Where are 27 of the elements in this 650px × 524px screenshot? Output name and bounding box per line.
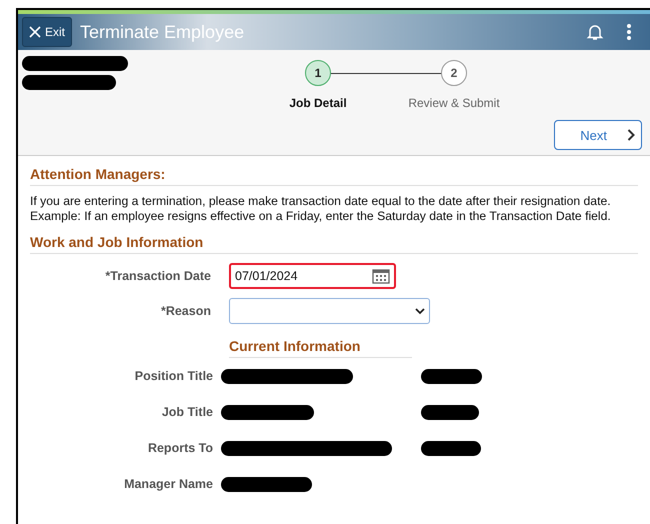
field-label: *Reason — [160, 304, 212, 318]
section-heading: Attention Managers: — [30, 166, 638, 186]
section-heading: Work and Job Information — [30, 234, 638, 254]
step-label[interactable]: Job Detail — [289, 96, 347, 110]
next-button[interactable]: Next — [554, 120, 642, 150]
step-circle[interactable]: 2 — [441, 60, 467, 86]
exit-button[interactable]: Exit — [22, 17, 72, 47]
date-field[interactable]: 07/01/2024 — [229, 263, 396, 289]
bell-icon[interactable] — [586, 23, 604, 41]
field-label: Reports To — [146, 441, 214, 455]
step-label[interactable]: Review & Submit — [408, 96, 500, 110]
field-label: Position Title — [134, 369, 214, 383]
field-label: Manager Name — [123, 477, 214, 491]
redaction-bar — [421, 404, 479, 420]
instruction-text: If you are entering a termination, please make transaction date equal to the date after their resignation date. Example: If an employee resigns effective on a Friday, enter the Saturday date in the Transaction Date field. — [30, 194, 612, 224]
close-icon — [29, 26, 41, 38]
redaction-bar — [421, 368, 482, 384]
calendar-icon[interactable] — [372, 268, 390, 284]
redaction-bar — [421, 440, 481, 456]
field-label: *Transaction Date — [104, 269, 212, 283]
chevron-down-icon — [415, 308, 425, 314]
page-title: Terminate Employee — [80, 22, 246, 42]
chevron-right-icon — [627, 129, 635, 141]
field-label: Job Title — [160, 405, 214, 419]
subsection-heading: Current Information — [229, 338, 412, 358]
step-circle[interactable]: 1 — [305, 60, 331, 86]
more-icon[interactable] — [626, 23, 632, 41]
